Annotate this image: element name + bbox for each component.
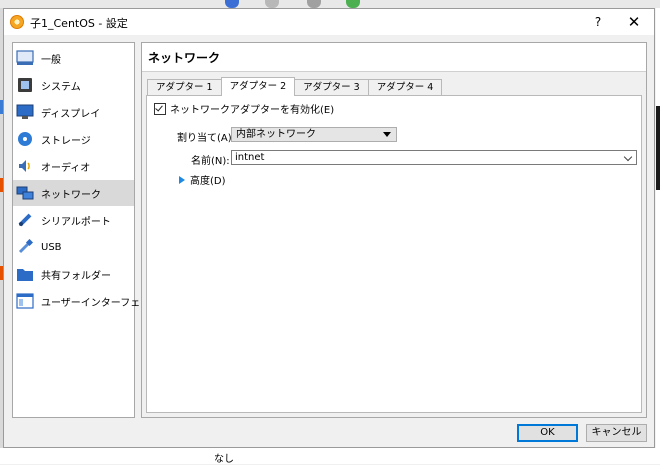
adapter-tabs: アダプター 1 アダプター 2 アダプター 3 アダプター 4 — [147, 77, 443, 96]
enable-adapter-row[interactable]: ネットワークアダプターを有効化(E) — [154, 101, 334, 116]
page-title: ネットワーク — [148, 51, 221, 65]
window-title: 子1_CentOS - 設定 — [30, 17, 128, 30]
name-input[interactable]: intnet — [231, 150, 637, 165]
sidebar-item-label: 一般 — [41, 54, 61, 66]
background-preview — [656, 106, 660, 190]
expand-arrow-icon[interactable] — [179, 175, 185, 184]
storage-icon — [16, 130, 34, 148]
shared-folder-icon — [16, 265, 34, 283]
sidebar-item-label: システム — [41, 81, 81, 93]
sidebar-item-audio[interactable]: オーディオ — [13, 153, 134, 179]
sidebar-item-display[interactable]: ディスプレイ — [13, 99, 134, 125]
tab-adapter-1[interactable]: アダプター 1 — [147, 79, 222, 96]
background-right-panel — [656, 8, 660, 448]
ok-button[interactable]: OK — [517, 424, 578, 442]
enable-adapter-label: ネットワークアダプターを有効化(E) — [170, 105, 335, 116]
close-button[interactable]: ✕ — [623, 12, 645, 32]
sidebar-item-label: ネットワーク — [41, 189, 101, 201]
background-toolbar-icon — [307, 0, 321, 8]
background-toolbar-icon — [225, 0, 239, 8]
sidebar-item-label: ストレージ — [41, 135, 91, 147]
tab-adapter-2[interactable]: アダプター 2 — [220, 77, 296, 96]
settings-content-panel: ネットワーク アダプター 1 アダプター 2 アダプター 3 アダプター 4 ネ… — [141, 42, 647, 418]
name-label: 名前(N): — [191, 156, 230, 167]
sidebar-item-serial-port[interactable]: シリアルポート — [13, 207, 134, 233]
advanced-toggle[interactable]: 高度(D) — [179, 172, 226, 187]
sidebar-item-usb[interactable]: USB — [13, 234, 134, 260]
network-icon — [16, 184, 34, 202]
adapter-tab-page: ネットワークアダプターを有効化(E) 割り当て(A): 内部ネットワーク 名前(… — [146, 95, 642, 413]
attached-to-select[interactable]: 内部ネットワーク — [231, 127, 397, 142]
virtualbox-icon — [10, 15, 24, 29]
attached-to-label: 割り当て(A): — [177, 133, 236, 144]
settings-dialog: 子1_CentOS - 設定 ? ✕ 一般 システム ディスプレイ ストレージ … — [3, 8, 655, 448]
sidebar-item-system[interactable]: システム — [13, 72, 134, 98]
background-bottom-text: なし — [214, 454, 234, 465]
advanced-label: 高度(D) — [190, 176, 226, 187]
serial-port-icon — [16, 211, 34, 229]
tab-adapter-3[interactable]: アダプター 3 — [294, 79, 369, 96]
sidebar-item-label: USB — [41, 241, 62, 253]
sidebar-item-label: オーディオ — [41, 162, 91, 174]
sidebar-item-network[interactable]: ネットワーク — [13, 180, 134, 206]
enable-adapter-checkbox[interactable] — [154, 102, 166, 115]
sidebar-item-user-interface[interactable]: ユーザーインターフェース — [13, 288, 160, 314]
title-bar[interactable]: 子1_CentOS - 設定 ? ✕ — [4, 9, 654, 35]
chevron-down-icon[interactable] — [623, 152, 633, 162]
background-bottom-area: なし — [0, 448, 660, 465]
page-header: ネットワーク — [142, 43, 646, 72]
usb-icon — [16, 238, 34, 256]
sidebar-item-shared-folder[interactable]: 共有フォルダー — [13, 261, 134, 287]
background-toolbar-icon — [265, 0, 279, 8]
audio-icon — [16, 157, 34, 175]
background-toolbar — [0, 0, 660, 8]
cancel-button[interactable]: キャンセル — [586, 424, 647, 442]
system-icon — [16, 76, 34, 94]
general-icon — [16, 49, 34, 67]
background-toolbar-icon — [346, 0, 360, 8]
tab-adapter-4[interactable]: アダプター 4 — [367, 79, 443, 96]
attached-to-value: 内部ネットワーク — [236, 129, 316, 140]
settings-sidebar: 一般 システム ディスプレイ ストレージ オーディオ ネットワーク シリアルポー… — [12, 42, 160, 418]
name-value: intnet — [235, 152, 265, 163]
dropdown-arrow-icon — [383, 132, 391, 137]
sidebar-item-label: シリアルポート — [41, 216, 111, 228]
user-interface-icon — [16, 292, 34, 310]
sidebar-item-label: 共有フォルダー — [41, 270, 111, 282]
sidebar-item-general[interactable]: 一般 — [13, 45, 134, 71]
display-icon — [16, 103, 34, 121]
help-button[interactable]: ? — [587, 12, 609, 32]
sidebar-item-label: ディスプレイ — [41, 108, 101, 120]
sidebar-item-storage[interactable]: ストレージ — [13, 126, 134, 152]
